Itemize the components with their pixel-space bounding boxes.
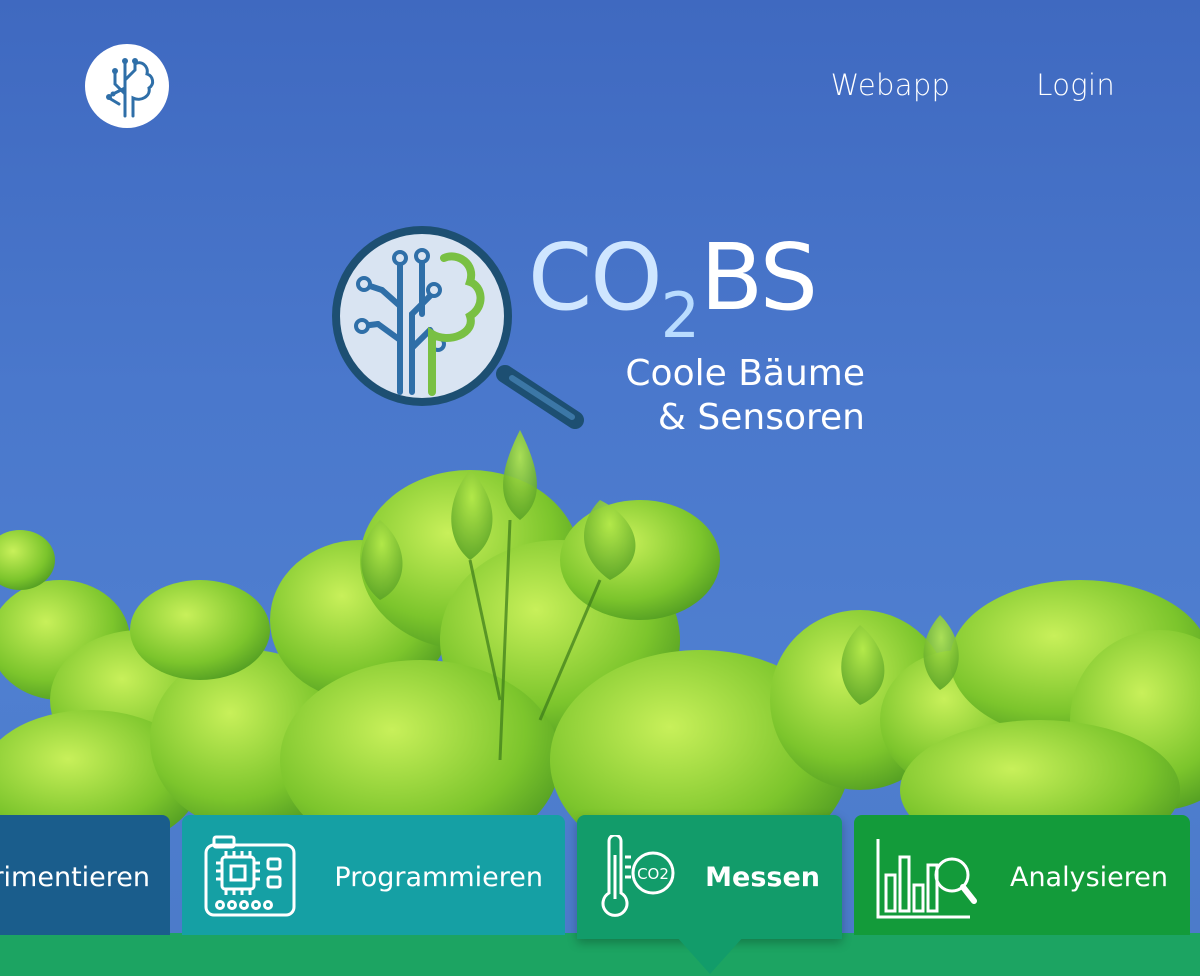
tab-programmieren[interactable]: Programmieren bbox=[182, 815, 565, 935]
circuit-board-icon bbox=[204, 835, 296, 917]
nav-webapp-link[interactable]: Webapp bbox=[831, 68, 951, 102]
brand-subscript: 2 bbox=[660, 279, 701, 352]
svg-text:CO2: CO2 bbox=[637, 865, 669, 883]
tab-programmieren-label: Programmieren bbox=[334, 862, 543, 893]
tree-circuit-icon bbox=[106, 58, 155, 118]
thermometer-co2-icon: CO2 bbox=[601, 835, 675, 917]
tagline-line-2: & Sensoren bbox=[657, 397, 865, 438]
chart-magnifier-icon bbox=[876, 839, 977, 919]
tab-analysieren-label: Analysieren bbox=[1009, 862, 1168, 893]
tagline-line-1: Coole Bäume bbox=[625, 353, 865, 394]
tab-analysieren[interactable]: Analysieren bbox=[854, 815, 1190, 935]
tab-experimentieren-label: rimentieren bbox=[0, 862, 150, 893]
tab-messen[interactable]: CO2 Messen bbox=[577, 815, 842, 939]
nav-login-link[interactable]: Login bbox=[1036, 68, 1115, 102]
top-navigation: Webapp Login bbox=[831, 68, 1115, 102]
home-logo-button[interactable] bbox=[85, 44, 169, 128]
brand-bs: BS bbox=[700, 224, 818, 331]
brand-co: CO bbox=[528, 224, 663, 331]
tab-messen-label: Messen bbox=[705, 862, 820, 893]
brand-tagline: Coole Bäume & Sensoren bbox=[625, 352, 865, 440]
brand-wordmark: CO2BS bbox=[528, 232, 818, 347]
bottom-bar bbox=[0, 933, 1200, 976]
active-tab-pointer bbox=[676, 936, 744, 974]
tab-experimentieren[interactable]: rimentieren bbox=[0, 815, 170, 935]
